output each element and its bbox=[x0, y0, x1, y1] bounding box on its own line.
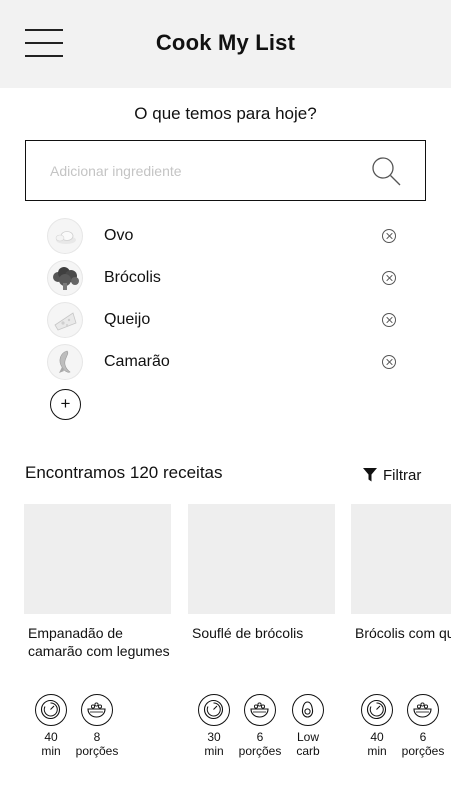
ingredient-name: Camarão bbox=[104, 353, 170, 370]
page-prompt: O que temos para hoje? bbox=[134, 104, 317, 123]
search-icon[interactable] bbox=[370, 155, 402, 187]
recipe-image[interactable] bbox=[188, 504, 335, 614]
ingredient-item: Ovo bbox=[0, 217, 451, 255]
remove-ingredient-icon[interactable] bbox=[382, 313, 396, 327]
recipe-title[interactable]: Empanadão de camarão com legumes bbox=[24, 624, 171, 660]
meta-value: 40 bbox=[44, 730, 58, 744]
recipe-card[interactable]: Brócolis com queijo bbox=[351, 504, 451, 642]
meta-unit: porções bbox=[238, 744, 282, 758]
recipe-carousel[interactable]: Empanadão de camarão com legumes 40 min … bbox=[0, 504, 451, 774]
bowl-icon bbox=[81, 694, 113, 726]
egg-icon bbox=[48, 219, 82, 253]
meta-unit: min bbox=[204, 744, 224, 758]
add-ingredient-button[interactable]: + bbox=[50, 389, 81, 420]
bowl-icon bbox=[407, 694, 439, 726]
timer-icon bbox=[198, 694, 230, 726]
meta-unit: carb bbox=[296, 744, 320, 758]
ingredient-item: Brócolis bbox=[0, 259, 451, 297]
recipe-image[interactable] bbox=[351, 504, 451, 614]
filter-label: Filtrar bbox=[383, 466, 422, 484]
meta-unit: porções bbox=[401, 744, 445, 758]
recipe-diet: Low carb bbox=[285, 694, 331, 758]
timer-icon bbox=[361, 694, 393, 726]
app-title: Cook My List bbox=[155, 30, 296, 55]
meta-value: Low bbox=[296, 730, 319, 744]
filter-button[interactable]: Filtrar bbox=[363, 465, 421, 485]
results-count: Encontramos 120 receitas bbox=[25, 463, 223, 482]
ingredient-item: Camarão bbox=[0, 343, 451, 381]
recipe-time: 30 min bbox=[191, 694, 237, 758]
app-header: Cook My List bbox=[0, 0, 451, 88]
ingredient-search-input[interactable] bbox=[50, 159, 350, 183]
filter-icon bbox=[363, 468, 377, 482]
recipe-time: 40 min bbox=[28, 694, 74, 758]
timer-icon bbox=[35, 694, 67, 726]
remove-ingredient-icon[interactable] bbox=[382, 271, 396, 285]
meta-value: 6 bbox=[256, 730, 264, 744]
avocado-icon bbox=[292, 694, 324, 726]
broccoli-icon bbox=[48, 261, 82, 295]
recipe-title[interactable]: Souflé de brócolis bbox=[188, 624, 335, 642]
recipe-time: 40 min bbox=[354, 694, 400, 758]
recipe-servings: 6 porções bbox=[237, 694, 283, 758]
recipe-image[interactable] bbox=[24, 504, 171, 614]
meta-unit: min bbox=[367, 744, 387, 758]
recipe-servings: 6 porções bbox=[400, 694, 446, 758]
cheese-icon bbox=[48, 303, 82, 337]
recipe-servings: 8 porções bbox=[74, 694, 120, 758]
meta-unit: min bbox=[41, 744, 61, 758]
meta-value: 8 bbox=[93, 730, 101, 744]
ingredient-item: Queijo bbox=[0, 301, 451, 339]
remove-ingredient-icon[interactable] bbox=[382, 355, 396, 369]
ingredient-name: Queijo bbox=[104, 311, 151, 328]
meta-value: 6 bbox=[419, 730, 427, 744]
ingredient-search bbox=[25, 140, 426, 201]
shrimp-icon bbox=[48, 345, 82, 379]
bowl-icon bbox=[244, 694, 276, 726]
recipe-title[interactable]: Brócolis com queijo bbox=[351, 624, 451, 642]
ingredient-name: Brócolis bbox=[104, 269, 161, 286]
recipe-card[interactable]: Souflé de brócolis bbox=[188, 504, 335, 642]
meta-value: 40 bbox=[370, 730, 384, 744]
meta-value: 30 bbox=[207, 730, 221, 744]
meta-unit: porções bbox=[75, 744, 119, 758]
remove-ingredient-icon[interactable] bbox=[382, 229, 396, 243]
ingredient-name: Ovo bbox=[104, 227, 134, 244]
recipe-card[interactable]: Empanadão de camarão com legumes bbox=[24, 504, 171, 660]
